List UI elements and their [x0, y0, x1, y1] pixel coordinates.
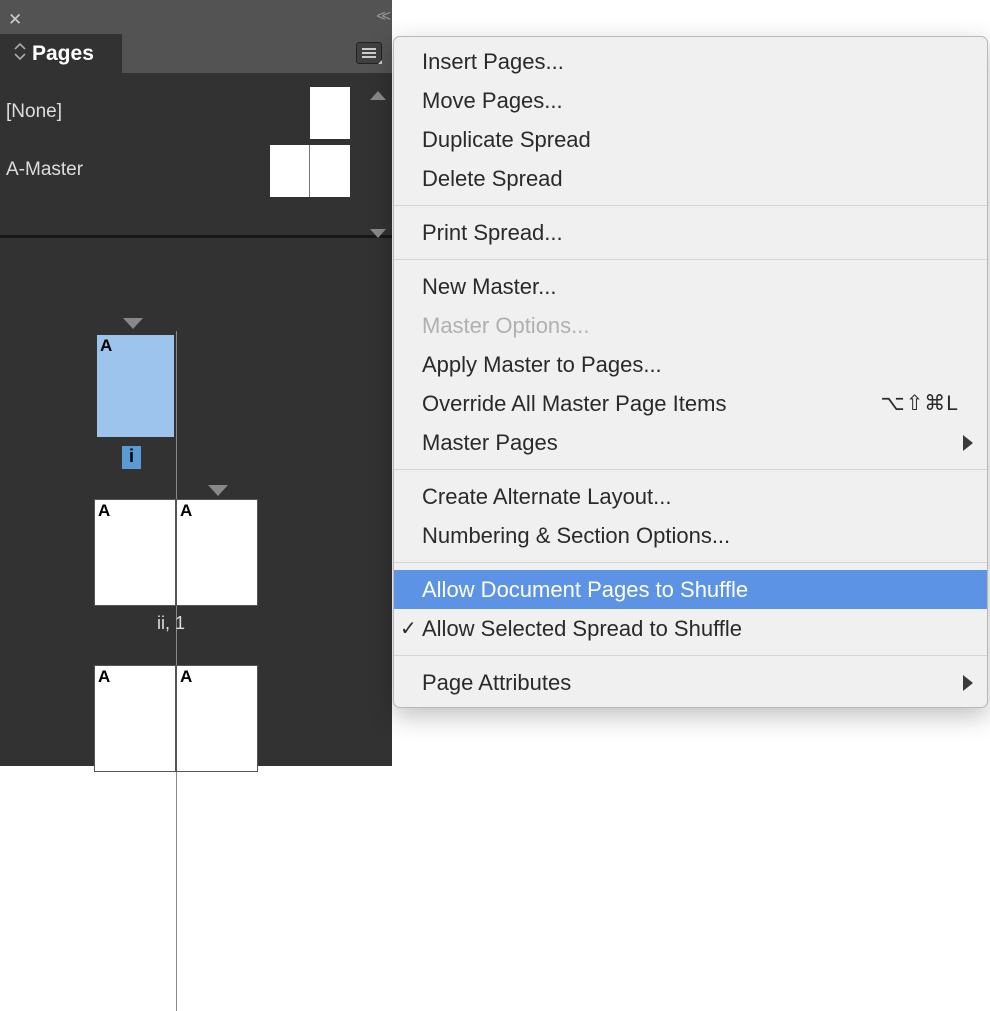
menu-separator	[394, 562, 987, 563]
collapse-panel-icon[interactable]: <<	[376, 8, 387, 26]
master-none-thumb[interactable]	[310, 87, 350, 139]
menu-label: Override All Master Page Items	[422, 387, 726, 420]
scroll-down-icon[interactable]	[370, 229, 386, 238]
menu-label: Insert Pages...	[422, 45, 564, 78]
pages-context-menu: Insert Pages... Move Pages... Duplicate …	[393, 36, 988, 708]
close-icon[interactable]: ✕	[8, 10, 22, 30]
expand-icon	[14, 43, 26, 64]
menu-create-alternate-layout[interactable]: Create Alternate Layout...	[394, 477, 987, 516]
menu-print-spread[interactable]: Print Spread...	[394, 213, 987, 252]
master-letter: A	[100, 336, 112, 356]
menu-numbering-section[interactable]: Numbering & Section Options...	[394, 516, 987, 555]
menu-allow-spread-shuffle[interactable]: ✓Allow Selected Spread to Shuffle	[394, 609, 987, 648]
master-pages-section: [None] A-Master	[0, 73, 392, 309]
menu-shortcut: ⌥⇧⌘L	[881, 388, 959, 420]
submenu-arrow-icon	[963, 675, 973, 691]
panel-title: Pages	[32, 42, 94, 66]
menu-separator	[394, 205, 987, 206]
spread-marker-icon	[123, 318, 143, 329]
menu-label: Allow Selected Spread to Shuffle	[422, 612, 742, 645]
master-a-row[interactable]: A-Master	[0, 145, 392, 197]
submenu-arrow-icon	[963, 435, 973, 451]
menu-label: Create Alternate Layout...	[422, 480, 672, 513]
menu-label: Apply Master to Pages...	[422, 348, 662, 381]
menu-master-pages[interactable]: Master Pages	[394, 423, 987, 462]
page-i[interactable]: A	[95, 333, 176, 439]
master-label: A-Master	[6, 145, 83, 181]
menu-page-attributes[interactable]: Page Attributes	[394, 663, 987, 702]
menu-separator	[394, 259, 987, 260]
menu-label: Master Pages	[422, 426, 558, 459]
dropdown-caret-icon	[378, 60, 382, 64]
page-2[interactable]: A	[94, 665, 176, 772]
menu-label: Delete Spread	[422, 162, 563, 195]
menu-delete-spread[interactable]: Delete Spread	[394, 159, 987, 198]
menu-label: New Master...	[422, 270, 556, 303]
master-letter: A	[98, 667, 110, 687]
menu-label: Duplicate Spread	[422, 123, 591, 156]
master-a-thumb[interactable]	[270, 145, 350, 197]
menu-label: Master Options...	[422, 309, 590, 342]
master-label: [None]	[6, 87, 62, 123]
pages-tab[interactable]: Pages	[0, 34, 122, 73]
menu-label: Move Pages...	[422, 84, 563, 117]
menu-duplicate-spread[interactable]: Duplicate Spread	[394, 120, 987, 159]
menu-label: Allow Document Pages to Shuffle	[422, 573, 748, 606]
pages-panel: ✕ << Pages [None] A-Master	[0, 0, 392, 766]
page-label-i[interactable]: i	[122, 446, 141, 469]
panel-titlebar: ✕ << Pages	[0, 0, 392, 73]
page-1[interactable]: A	[176, 499, 258, 606]
menu-apply-master[interactable]: Apply Master to Pages...	[394, 345, 987, 384]
menu-override-master-items[interactable]: Override All Master Page Items ⌥⇧⌘L	[394, 384, 987, 423]
panel-menu-button[interactable]	[356, 42, 382, 64]
menu-label: Print Spread...	[422, 216, 563, 249]
menu-move-pages[interactable]: Move Pages...	[394, 81, 987, 120]
menu-separator	[394, 469, 987, 470]
menu-label: Page Attributes	[422, 666, 571, 699]
section-divider	[0, 235, 392, 238]
menu-insert-pages[interactable]: Insert Pages...	[394, 42, 987, 81]
menu-separator	[394, 655, 987, 656]
spread-marker-icon	[208, 485, 228, 496]
menu-new-master[interactable]: New Master...	[394, 267, 987, 306]
menu-master-options: Master Options...	[394, 306, 987, 345]
master-letter: A	[180, 501, 192, 521]
master-letter: A	[98, 501, 110, 521]
page-3[interactable]: A	[176, 665, 258, 772]
page-ii[interactable]: A	[94, 499, 176, 606]
page-label-ii-1[interactable]: ii, 1	[157, 613, 185, 634]
menu-allow-doc-shuffle[interactable]: Allow Document Pages to Shuffle	[394, 570, 987, 609]
document-pages-section: A i A A ii, 1 A A	[0, 309, 392, 321]
hamburger-icon	[362, 52, 376, 54]
master-none-row[interactable]: [None]	[0, 87, 392, 139]
master-letter: A	[180, 667, 192, 687]
menu-label: Numbering & Section Options...	[422, 519, 730, 552]
check-icon: ✓	[400, 614, 417, 644]
